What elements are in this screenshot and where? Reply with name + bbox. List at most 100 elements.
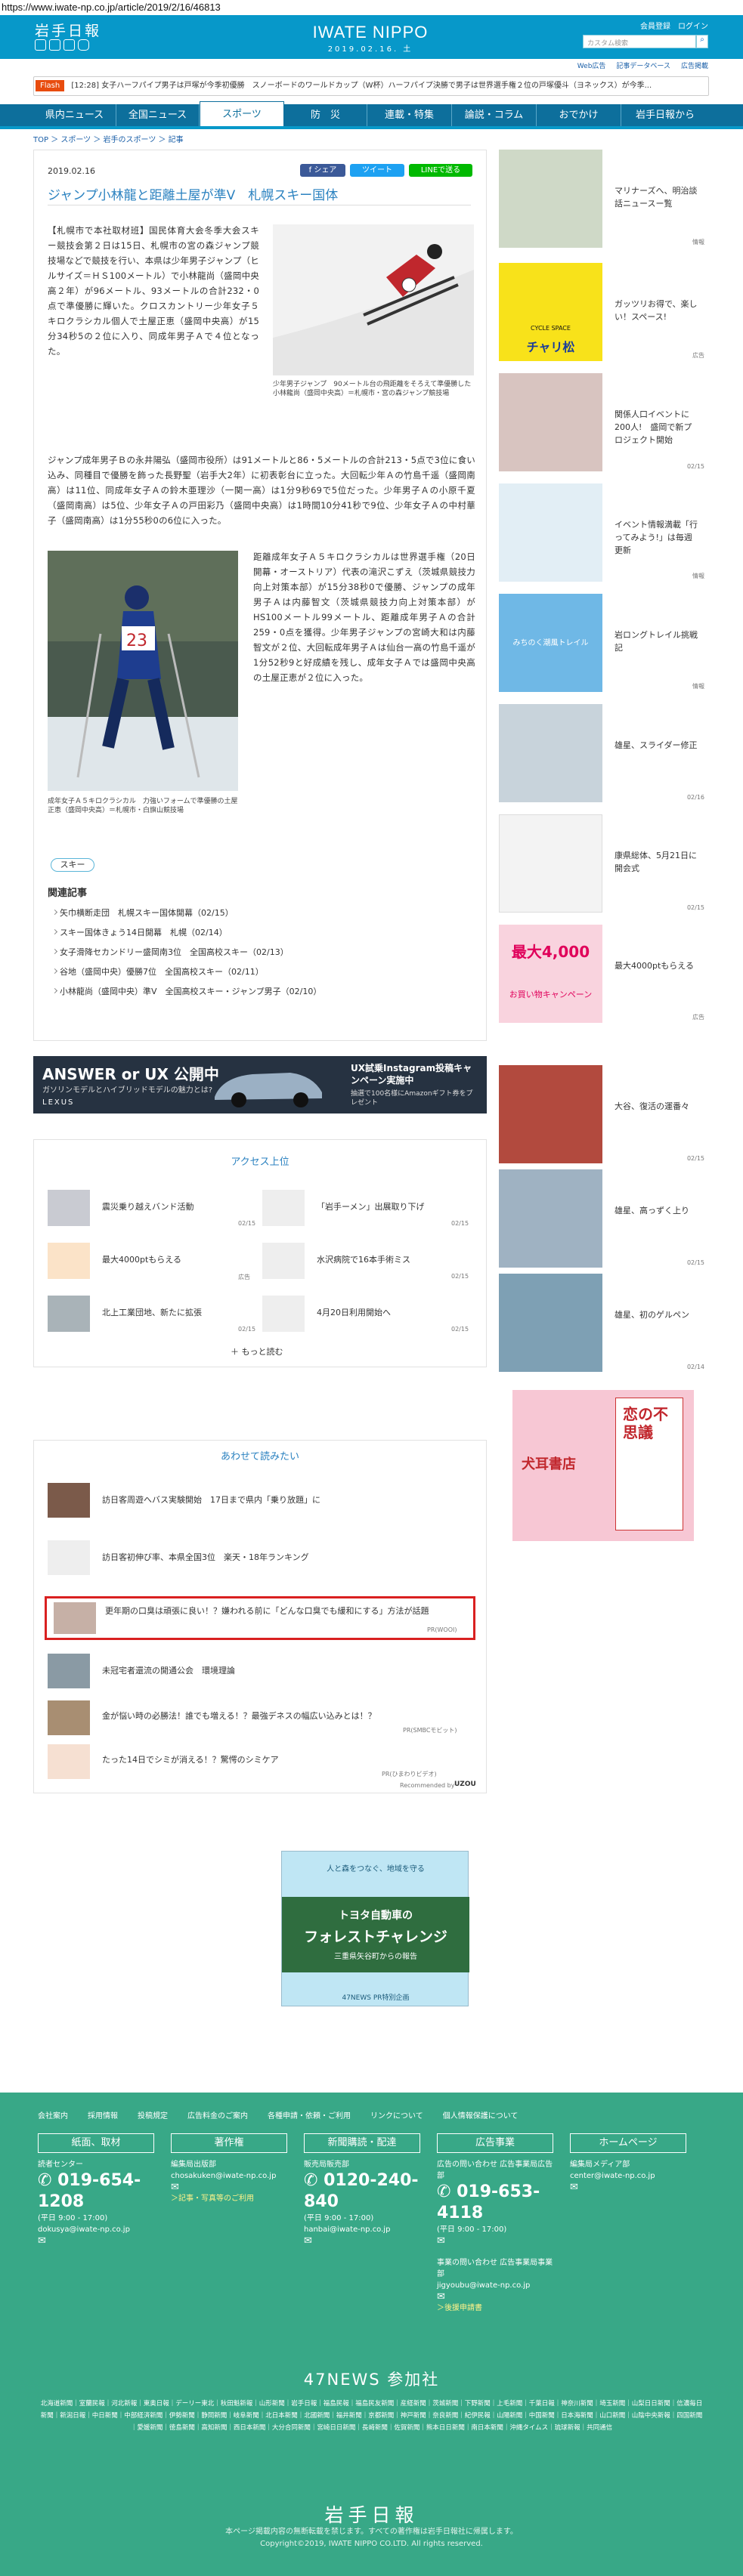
recommended-item[interactable]: 訪日客初伸び率、本県全国3位 楽天・18年ランキング <box>102 1551 472 1563</box>
footer-link[interactable]: 投稿規定 <box>138 2109 168 2120</box>
url-bar[interactable]: https://www.iwate-np.co.jp/article/2019/… <box>0 0 743 15</box>
twitter-icon[interactable] <box>49 39 60 51</box>
nav-columns[interactable]: 論説・コラム <box>452 104 537 126</box>
article-db-link[interactable]: 記事データベース <box>616 60 670 70</box>
nav-outing[interactable]: おでかけ <box>537 104 621 126</box>
ranking-item[interactable]: 北上工業団地、新たに拡張 <box>102 1306 202 1318</box>
ranking-item[interactable]: 4月20日利用開始へ <box>317 1306 391 1318</box>
sidebar-item[interactable]: マリナーズへ、明治談話ニュースー覧 情報 <box>499 150 707 248</box>
footer-head-subscription[interactable]: 新聞購読・配達 <box>304 2133 420 2153</box>
sidebar-text[interactable]: イベント情報満載「行ってみよう!」は毎週更新 <box>615 518 698 557</box>
ad-link[interactable]: 広告掲載 <box>681 60 708 70</box>
recommended-thumb[interactable] <box>48 1654 90 1688</box>
site-logo-en[interactable]: IWATE NIPPO <box>295 23 446 42</box>
article-photo-cross-country[interactable]: 23 <box>48 551 238 791</box>
footer-link[interactable]: リンクについて <box>370 2109 423 2120</box>
email[interactable]: jigyoubu@iwate-np.co.jp <box>437 2280 558 2291</box>
recommended-thumb[interactable] <box>48 1744 90 1779</box>
footer-link[interactable]: 採用情報 <box>88 2109 118 2120</box>
footer-head-ads[interactable]: 広告事業 <box>437 2133 553 2153</box>
sidebar-item[interactable]: みちのく潮風トレイル 岩ロングトレイル挑戦記 情報 <box>499 594 707 692</box>
line-share-button[interactable]: LINEで送る <box>409 164 472 177</box>
sidebar-item[interactable]: 雄星、高っずく上り 02/15 <box>499 1169 707 1268</box>
sidebar-item[interactable]: 最大4,000 お買い物キャンペーン 最大4000ptもらえる 広告 <box>499 925 707 1023</box>
book-ad[interactable]: 恋の不思議 犬耳書店 <box>512 1390 694 1541</box>
related-link[interactable]: スキー国体きょう14日開幕 札幌（02/14） <box>60 926 228 938</box>
sidebar-item[interactable]: 大谷、復活の運番々 02/15 <box>499 1065 707 1163</box>
line-icon[interactable] <box>63 39 75 51</box>
related-link[interactable]: 小林龍尚（盛岡中央）準V 全国高校スキー・ジャンプ男子（02/10） <box>60 985 321 997</box>
sidebar-text[interactable]: 岩ロングトレイル挑戦記 <box>615 629 698 654</box>
mail-icon[interactable]: ✉ <box>437 2291 558 2303</box>
footer-head-editorial[interactable]: 紙面、取材 <box>38 2133 154 2153</box>
partner-list[interactable]: 北海道新聞｜室蘭民報｜河北新報｜東奥日報｜デーリー東北｜秋田魁新報｜山形新聞｜岩… <box>38 2398 705 2434</box>
nav-sports[interactable]: スポーツ <box>200 101 284 126</box>
mail-icon[interactable]: ✉ <box>38 2235 159 2247</box>
copyright-usage-link[interactable]: ＞記事・写真等のご利用 <box>171 2193 292 2204</box>
sidebar-text[interactable]: ガッツリお得で、楽しい！スペース! <box>615 298 698 323</box>
ranking-thumb[interactable] <box>262 1243 305 1279</box>
instagram-icon[interactable] <box>78 39 89 51</box>
sidebar-text[interactable]: 雄星、高っずく上り <box>615 1204 698 1217</box>
recommended-item[interactable]: たった14日でシミが消える！？驚愕のシミケア <box>102 1753 472 1765</box>
email[interactable]: hanbai@iwate-np.co.jp <box>304 2224 425 2235</box>
sidebar-item[interactable]: 雄星、初のゲルペン 02/14 <box>499 1274 707 1372</box>
phone-number[interactable]: ✆ 0120-240-840 <box>304 2170 425 2213</box>
recommended-item[interactable]: 未冠宅者還流の開通公会 環境理論 <box>102 1664 472 1676</box>
nav-disaster[interactable]: 防 災 <box>284 104 367 126</box>
ranking-item[interactable]: 「岩手ーメン」出展取り下げ <box>317 1200 425 1212</box>
sidebar-text[interactable]: 雄星、初のゲルペン <box>615 1308 698 1321</box>
search-input[interactable]: カスタム検索 <box>583 35 696 48</box>
tweet-button[interactable]: ツイート <box>350 164 404 177</box>
ranking-thumb[interactable] <box>262 1296 305 1332</box>
mail-icon[interactable]: ✉ <box>171 2182 292 2193</box>
recommended-item[interactable]: 金が悩い時の必勝法！誰でも増える！？最強デネスの幅広い込みとは！？ <box>102 1710 472 1722</box>
lexus-banner-ad[interactable]: ANSWER or UX 公開中 ガソリンモデルとハイブリッドモデルの魅力とは?… <box>33 1056 487 1113</box>
related-link[interactable]: 女子滑降セカンドリー盛岡南3位 全国高校スキー（02/13） <box>60 946 289 958</box>
mail-icon[interactable]: ✉ <box>304 2235 425 2247</box>
phone-number[interactable]: ✆ 019-654-1208 <box>38 2170 159 2213</box>
recommended-item[interactable]: 訪日客周遊へバス実験開始 17日まで県内「乗り放題」に <box>102 1493 472 1506</box>
sponsorship-link[interactable]: ＞後援申請書 <box>437 2303 558 2314</box>
email[interactable]: center@iwate-np.co.jp <box>570 2170 691 2182</box>
related-link[interactable]: 矢巾横断走団 札幌スキー国体開幕（02/15） <box>60 907 234 919</box>
ranking-item[interactable]: 水沢病院で16本手術ミス <box>317 1253 410 1265</box>
footer-link[interactable]: 会社案内 <box>38 2109 68 2120</box>
search-icon[interactable]: ⌕ <box>696 35 708 48</box>
footer-head-homepage[interactable]: ホームページ <box>570 2133 686 2153</box>
breadcrumb[interactable]: TOP ＞ スポーツ ＞ 岩手のスポーツ ＞ 記事 <box>33 133 184 144</box>
recommended-thumb[interactable] <box>48 1700 90 1735</box>
ranking-thumb[interactable] <box>48 1190 90 1226</box>
phone-number[interactable]: ✆ 019-653-4118 <box>437 2182 558 2224</box>
sidebar-item[interactable]: CYCLE SPACE チャリ松 ガッツリお得で、楽しい！スペース! 広告 <box>499 263 707 361</box>
sidebar-item[interactable]: イベント情報満載「行ってみよう!」は毎週更新 情報 <box>499 483 707 582</box>
nav-from-nippo[interactable]: 岩手日報から <box>621 104 709 126</box>
uzou-logo[interactable]: UZOU <box>454 1781 476 1788</box>
footer-link[interactable]: 個人情報保護について <box>443 2109 519 2120</box>
sidebar-item[interactable]: 康県総体、5月21日に開会式 02/15 <box>499 814 707 913</box>
facebook-icon[interactable] <box>35 39 46 51</box>
recommended-item[interactable]: 更年期の口臭は頑張に良い！？嫌われる前に「どんな口臭でも緩和にする」方法が話題 <box>105 1605 460 1617</box>
ranking-thumb[interactable] <box>48 1296 90 1332</box>
footer-link[interactable]: 広告料金のご案内 <box>187 2109 248 2120</box>
sidebar-text[interactable]: 康県総体、5月21日に開会式 <box>615 849 698 875</box>
sidebar-text[interactable]: 大谷、復活の運番々 <box>615 1100 698 1113</box>
sidebar-text[interactable]: 最大4000ptもらえる <box>615 959 698 972</box>
sidebar-text[interactable]: 関係人口イベントに200人! 盛岡で新プロジェクト開始 <box>615 408 698 446</box>
footer-link[interactable]: 各種申請・依頼・ご利用 <box>268 2109 351 2120</box>
sidebar-text[interactable]: 雄星、スライダー修正 <box>615 739 698 752</box>
recommended-thumb[interactable] <box>48 1483 90 1518</box>
mail-icon[interactable]: ✉ <box>570 2182 691 2193</box>
ranking-thumb[interactable] <box>48 1243 90 1279</box>
related-link[interactable]: 谷地（盛岡中央）優勝7位 全国高校スキー（02/11） <box>60 965 264 978</box>
more-button[interactable]: ＋ もっと読む <box>231 1345 283 1357</box>
footer-logo[interactable]: 岩手日報 <box>0 2500 743 2528</box>
sidebar-item[interactable]: 関係人口イベントに200人! 盛岡で新プロジェクト開始 02/15 <box>499 373 707 471</box>
recommended-thumb[interactable] <box>48 1540 90 1575</box>
web-ad-link[interactable]: Web広告 <box>577 60 606 70</box>
facebook-share-button[interactable]: f シェア <box>300 164 345 177</box>
ranking-thumb[interactable] <box>262 1190 305 1226</box>
nav-national-news[interactable]: 全国ニュース <box>116 104 200 126</box>
47news-title[interactable]: 47NEWS 参加社 <box>0 2368 743 2390</box>
login-links[interactable]: 会員登録 ログイン <box>640 20 708 31</box>
